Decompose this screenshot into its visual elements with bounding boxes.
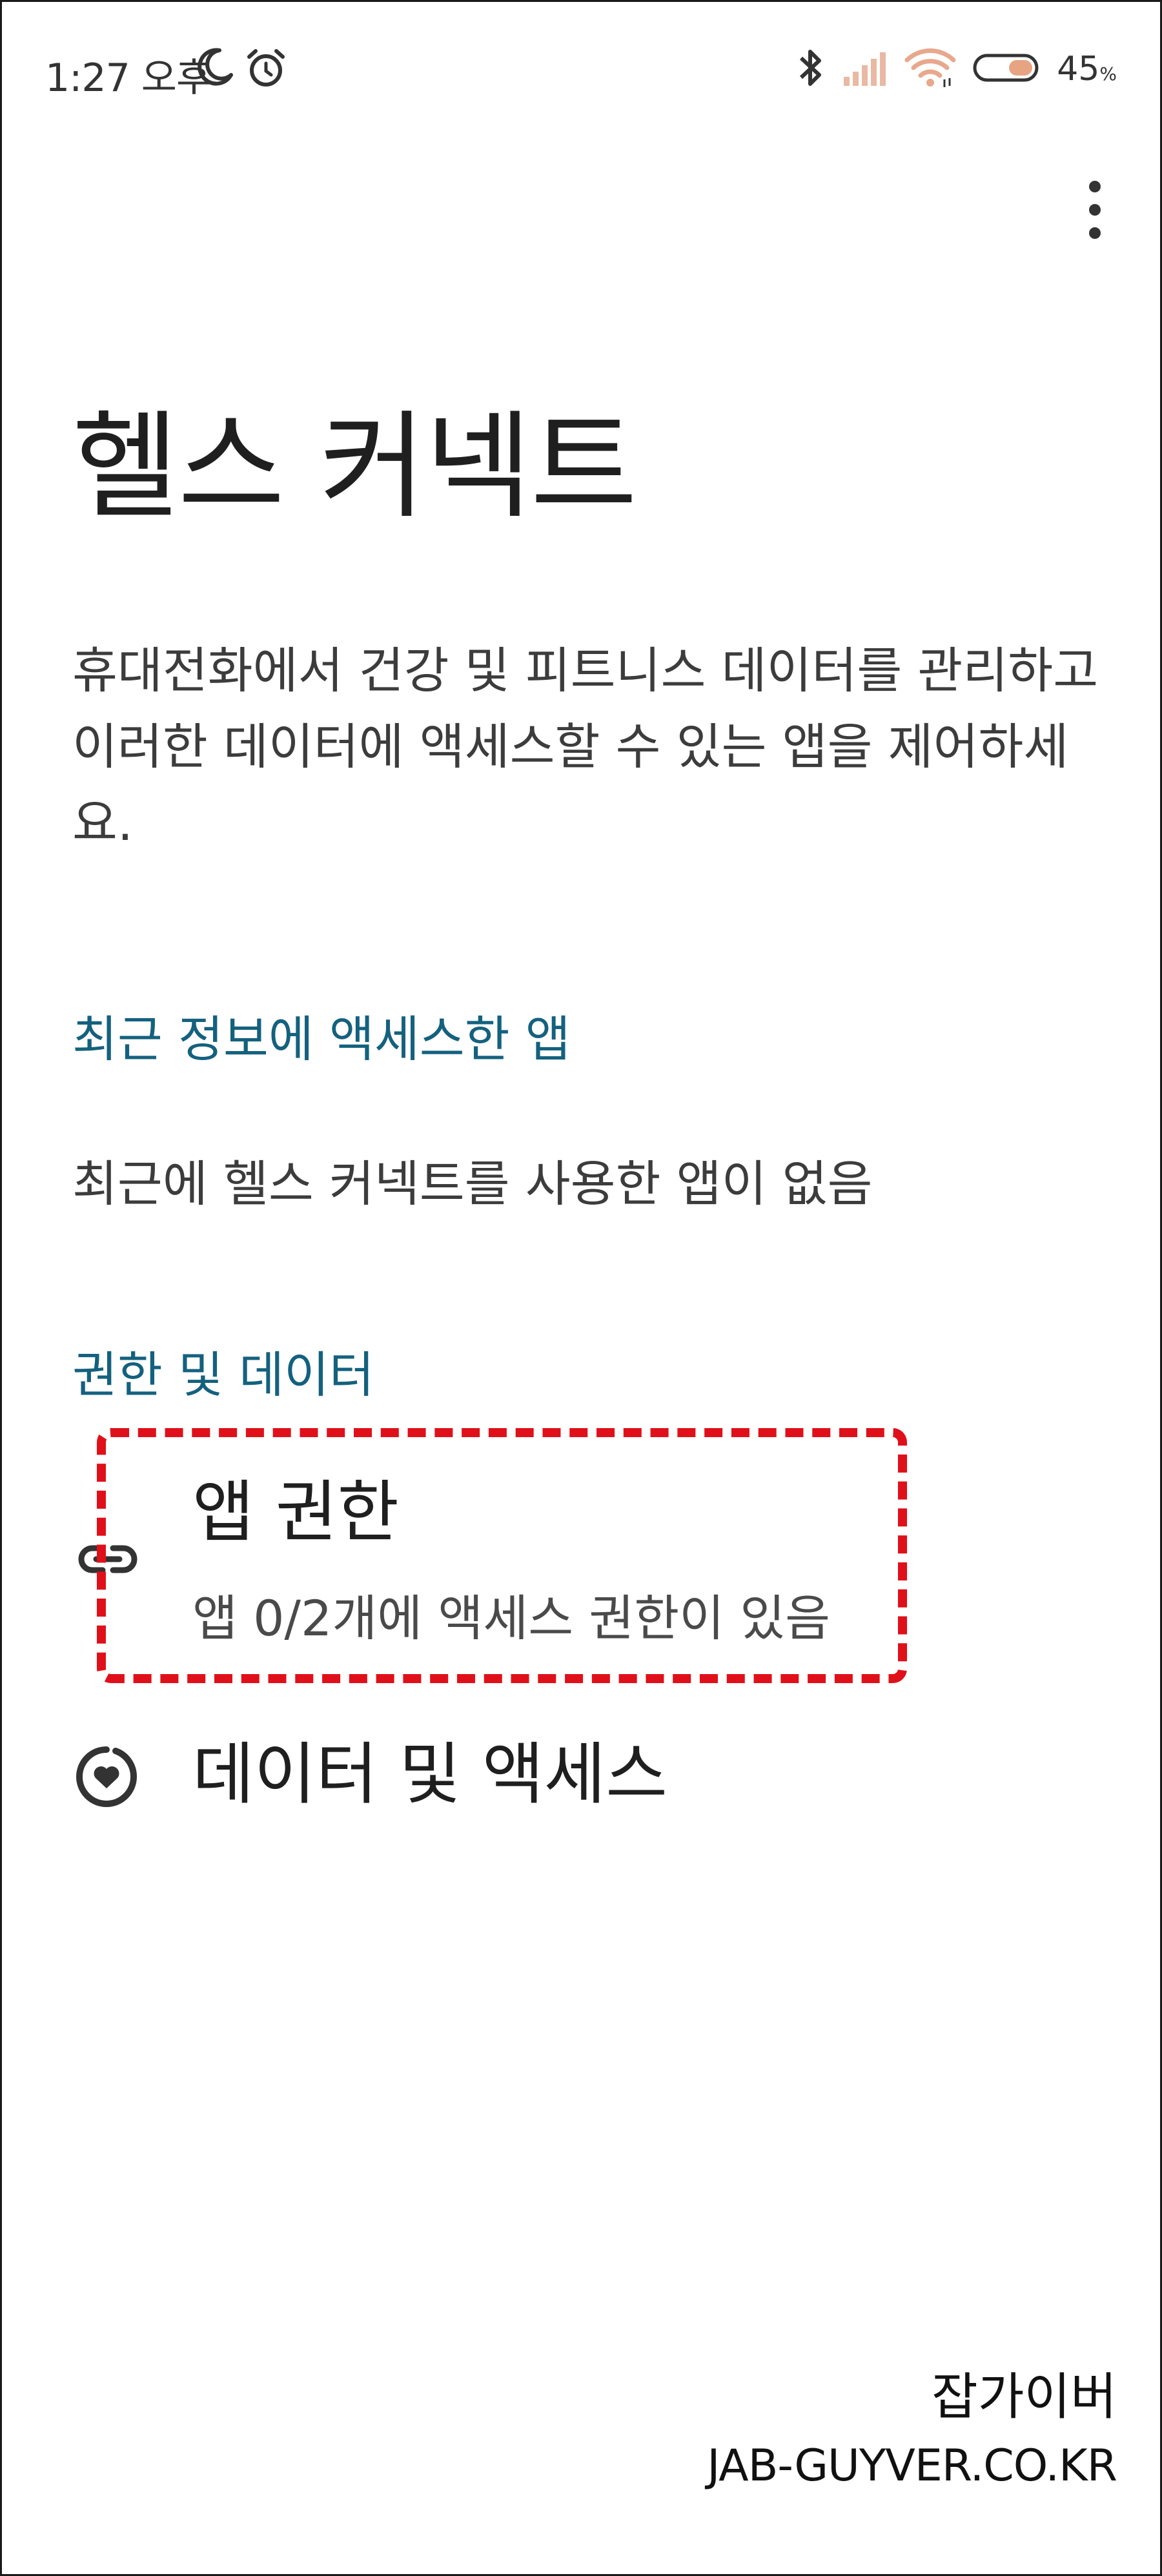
recent-access-header: 최근 정보에 액세스한 앱 bbox=[72, 1010, 571, 1068]
link-icon bbox=[74, 1537, 141, 1584]
heart-circle-icon bbox=[74, 1744, 139, 1812]
moon-icon bbox=[194, 46, 235, 93]
app-permissions-item[interactable]: 앱 권한 앱 0/2개에 액세스 권한이 있음 bbox=[0, 1466, 1162, 1659]
app-permissions-subtitle: 앱 0/2개에 액세스 권한이 있음 bbox=[192, 1590, 831, 1647]
status-right: 45% bbox=[795, 46, 1117, 92]
alarm-icon bbox=[244, 46, 288, 93]
screenshot-frame bbox=[0, 0, 1162, 2576]
bluetooth-icon bbox=[795, 46, 826, 92]
wifi-icon bbox=[904, 47, 956, 91]
app-permissions-title: 앱 권한 bbox=[192, 1473, 400, 1551]
status-bar: 1:27 오후 45% bbox=[0, 0, 1162, 142]
permissions-data-header: 권한 및 데이터 bbox=[72, 1346, 374, 1404]
watermark-domain: JAB-GUYVER.CO.KR bbox=[707, 2440, 1117, 2491]
status-time: 1:27 오후 bbox=[45, 56, 212, 101]
watermark-korean: 잡가이버 bbox=[931, 2368, 1117, 2426]
more-vert-icon[interactable] bbox=[1075, 174, 1114, 245]
status-left-icons bbox=[194, 46, 288, 93]
battery-icon bbox=[973, 52, 1040, 87]
data-access-title: 데이터 및 액세스 bbox=[192, 1735, 668, 1814]
signal-icon bbox=[842, 48, 888, 90]
recent-access-empty-text: 최근에 헬스 커넥트를 사용한 앱이 없음 bbox=[72, 1155, 873, 1212]
page-title: 헬스 커넥트 bbox=[72, 400, 637, 535]
page-description: 휴대전화에서 건강 및 피트니스 데이터를 관리하고 이러한 데이터에 액세스할… bbox=[72, 642, 1099, 852]
data-access-item[interactable]: 데이터 및 액세스 bbox=[0, 1730, 1162, 1827]
battery-percentage: 45% bbox=[1057, 50, 1117, 88]
